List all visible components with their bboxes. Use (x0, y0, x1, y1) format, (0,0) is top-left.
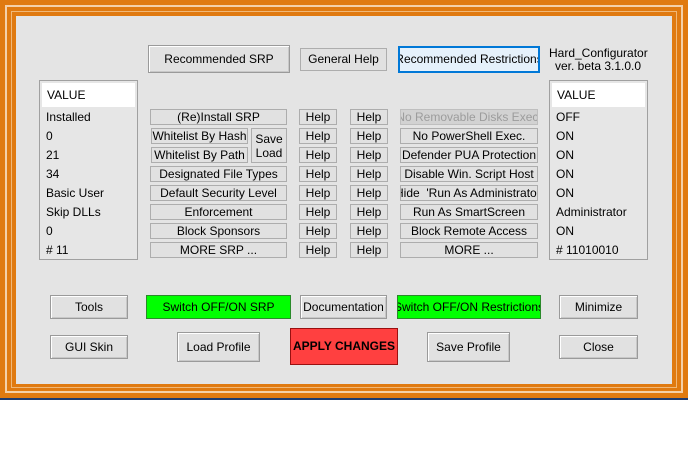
list-item: ON (556, 129, 574, 143)
restrictions-values-list: VALUE OFF ON ON ON ON Administrator ON #… (549, 80, 648, 260)
documentation-button[interactable]: Documentation (300, 295, 387, 319)
help-button[interactable]: Help (299, 204, 337, 220)
list-item: Installed (46, 110, 91, 124)
list-item: OFF (556, 110, 580, 124)
more-srp-button[interactable]: MORE SRP ... (150, 242, 287, 258)
list-item: ON (556, 186, 574, 200)
help-button[interactable]: Help (299, 166, 337, 182)
list-item: Administrator (556, 205, 627, 219)
run-as-smartscreen-button[interactable]: Run As SmartScreen (400, 204, 538, 220)
tools-button[interactable]: Tools (50, 295, 128, 319)
frame-inner-line (681, 5, 683, 393)
srp-values-header: VALUE (42, 83, 135, 107)
help-button[interactable]: Help (350, 109, 388, 125)
reinstall-srp-button[interactable]: (Re)Install SRP (150, 109, 287, 125)
more-restrictions-button[interactable]: MORE ... (400, 242, 538, 258)
load-profile-button[interactable]: Load Profile (177, 332, 260, 362)
help-button[interactable]: Help (299, 223, 337, 239)
recommended-srp-button[interactable]: Recommended SRP (148, 45, 290, 73)
whitelist-by-path-button[interactable]: Whitelist By Path (151, 147, 248, 163)
help-button[interactable]: Help (299, 147, 337, 163)
list-item: ON (556, 148, 574, 162)
close-button[interactable]: Close (559, 335, 638, 359)
frame-inner-line (11, 11, 677, 12)
help-button[interactable]: Help (299, 242, 337, 258)
frame-inner-line (11, 11, 12, 388)
help-button[interactable]: Help (350, 185, 388, 201)
list-item: # 11 (46, 243, 69, 257)
defender-pua-protection-button[interactable]: Defender PUA Protection (400, 147, 538, 163)
app-version: ver. beta 3.1.0.0 (554, 59, 642, 73)
list-item: 21 (46, 148, 60, 162)
disable-win-script-host-button[interactable]: Disable Win. Script Host (400, 166, 538, 182)
general-help-button[interactable]: General Help (300, 48, 387, 71)
enforcement-button[interactable]: Enforcement (150, 204, 287, 220)
block-sponsors-button[interactable]: Block Sponsors (150, 223, 287, 239)
minimize-button[interactable]: Minimize (559, 295, 638, 319)
list-item: 34 (46, 167, 60, 181)
restrictions-values-header: VALUE (552, 83, 645, 107)
hide-run-as-administrator-button[interactable]: Hide 'Run As Administrator' (400, 185, 538, 201)
list-item: Skip DLLs (46, 205, 101, 219)
list-item: ON (556, 224, 574, 238)
help-button[interactable]: Help (350, 242, 388, 258)
list-item: ON (556, 167, 574, 181)
designated-file-types-button[interactable]: Designated File Types (150, 166, 287, 182)
help-button[interactable]: Help (299, 128, 337, 144)
switch-restrictions-button[interactable]: Switch OFF/ON Restrictions (397, 295, 541, 319)
save-load-button[interactable]: Save Load (251, 128, 287, 163)
list-item: 0 (46, 129, 53, 143)
gui-skin-button[interactable]: GUI Skin (50, 335, 128, 359)
recommended-restrictions-button[interactable]: Recommended Restrictions (398, 46, 540, 73)
block-remote-access-button[interactable]: Block Remote Access (400, 223, 538, 239)
help-button[interactable]: Help (350, 166, 388, 182)
frame-inner-line (5, 5, 7, 393)
frame-inner-line (11, 387, 677, 388)
apply-changes-button[interactable]: APPLY CHANGES (290, 328, 398, 365)
help-button[interactable]: Help (350, 147, 388, 163)
default-security-level-button[interactable]: Default Security Level (150, 185, 287, 201)
help-button[interactable]: Help (350, 223, 388, 239)
frame-inner-line (5, 5, 683, 7)
help-button[interactable]: Help (350, 204, 388, 220)
frame-inner-line (5, 391, 683, 393)
frame-inner-line (676, 11, 677, 388)
whitelist-by-hash-button[interactable]: Whitelist By Hash (151, 128, 248, 144)
help-button[interactable]: Help (299, 109, 337, 125)
no-removable-disks-exec-button[interactable]: No Removable Disks Exec. (400, 109, 538, 125)
help-button[interactable]: Help (350, 128, 388, 144)
switch-srp-button[interactable]: Switch OFF/ON SRP (146, 295, 291, 319)
no-powershell-exec-button[interactable]: No PowerShell Exec. (400, 128, 538, 144)
list-item: 0 (46, 224, 53, 238)
srp-values-list: VALUE Installed 0 21 34 Basic User Skip … (39, 80, 138, 260)
list-item: # 11010010 (556, 243, 619, 257)
save-profile-button[interactable]: Save Profile (427, 332, 510, 362)
help-button[interactable]: Help (299, 185, 337, 201)
list-item: Basic User (46, 186, 105, 200)
